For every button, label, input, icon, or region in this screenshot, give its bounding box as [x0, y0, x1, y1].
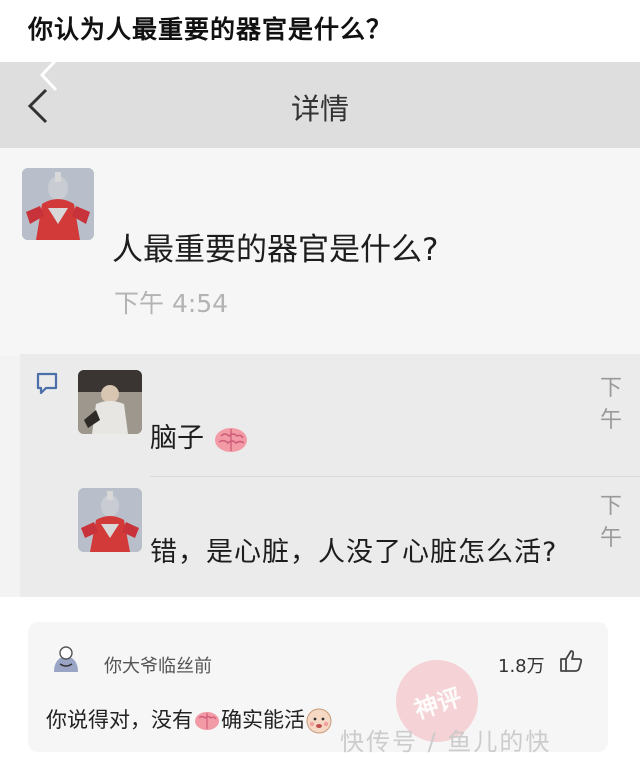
- brain-emoji-icon: [195, 712, 219, 730]
- comment-bubble-icon: [36, 372, 58, 395]
- commenter-avatar[interactable]: [78, 370, 142, 434]
- post-time: 下午 4:54: [114, 289, 229, 318]
- divider: [150, 476, 640, 477]
- face-emoji-icon: [306, 708, 332, 734]
- comments-section: 下午 脑子 下午 错，是心脏，人没了心脏怎么活?: [20, 354, 640, 597]
- watermark-text: 快传号 / 鱼儿的快: [340, 728, 552, 756]
- commenter-avatar[interactable]: [78, 488, 142, 552]
- avatar[interactable]: [22, 168, 94, 240]
- question-title: 你认为人最重要的器官是什么？: [28, 15, 393, 44]
- reply-text: 你说得对，没有 确实能活: [46, 704, 333, 735]
- reply-username[interactable]: 你大爷临丝前: [104, 652, 212, 678]
- chat-screenshot: 详情 人最重要的器官是什么? 下午 4:54 下午 脑子 下午 错，是心脏，人没…: [0, 62, 640, 597]
- comment-text: 错，是心脏，人没了心脏怎么活?: [150, 537, 558, 568]
- comment-time: 下午: [600, 376, 623, 433]
- comment-text: 脑子: [150, 416, 249, 455]
- screenshot-header: 详情: [0, 62, 640, 148]
- comment-time: 下午: [600, 494, 623, 551]
- post: 人最重要的器官是什么? 下午 4:54: [0, 148, 640, 356]
- user-avatar-icon[interactable]: [50, 644, 82, 676]
- post-text: 人最重要的器官是什么?: [112, 232, 439, 268]
- like-count: 1.8万: [498, 656, 545, 677]
- screenshot-title: 详情: [290, 92, 349, 126]
- brain-emoji-icon: [214, 427, 247, 452]
- thumbs-up-icon[interactable]: [558, 648, 584, 674]
